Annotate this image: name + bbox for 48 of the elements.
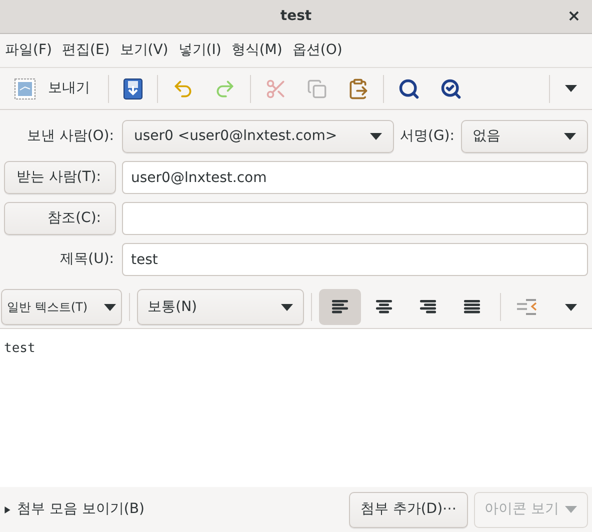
text-mode-dropdown[interactable]: 일반 텍스트(T): [1, 289, 122, 325]
redo-icon: [214, 78, 236, 100]
indent-icon: [517, 299, 540, 315]
caret-icon: [565, 85, 577, 92]
search-icon: [398, 78, 420, 100]
menu-item[interactable]: 편집(E): [56, 34, 115, 67]
align-right-icon: [419, 300, 438, 314]
caret-icon: [564, 133, 576, 140]
attachment-bar-toggle[interactable]: 첨부 모음 보이기(B): [4, 499, 344, 520]
from-dropdown[interactable]: user0 <user0@lnxtest.com>: [122, 120, 394, 153]
menu-item[interactable]: 넣기(I): [173, 34, 226, 67]
cut-icon: [265, 78, 287, 100]
cc-field[interactable]: [122, 202, 588, 235]
signature-label: 서명(G):: [400, 127, 454, 146]
menu-item[interactable]: 파일(F): [0, 34, 57, 67]
from-label: 보낸 사람(O):: [26, 127, 115, 146]
subject-label: 제목(U):: [59, 250, 115, 269]
window-title: test: [280, 7, 312, 26]
align-left-icon: [330, 300, 349, 314]
close-button[interactable]: ×: [564, 6, 584, 26]
collapsed-arrow-icon: [4, 504, 11, 514]
add-attachment-button[interactable]: 첨부 추가(D)⋯: [349, 492, 468, 528]
cc-button[interactable]: 참조(C):: [4, 202, 116, 235]
undo-icon: [172, 78, 194, 100]
menu-item[interactable]: 옵션(O): [287, 34, 348, 67]
caret-icon: [565, 506, 577, 513]
to-field[interactable]: user0@lnxtest.com: [122, 161, 588, 194]
signature-dropdown[interactable]: 없음: [460, 120, 588, 153]
menu-item[interactable]: 형식(M): [226, 34, 288, 67]
stamp-icon: [14, 78, 36, 100]
align-center-icon: [375, 300, 394, 314]
paste-icon: [347, 78, 369, 100]
menu-item[interactable]: 보기(V): [114, 34, 174, 67]
to-button[interactable]: 받는 사람(T):: [4, 161, 116, 194]
paragraph-style-dropdown[interactable]: 보통(N): [136, 289, 304, 325]
save-icon: [123, 78, 143, 100]
align-button[interactable]: [319, 289, 360, 325]
caret-icon: [565, 304, 578, 310]
spellcheck-icon: [440, 78, 462, 100]
message-body[interactable]: test: [0, 329, 592, 487]
subject-field[interactable]: test: [122, 243, 588, 276]
send-button[interactable]: 보내기: [4, 72, 104, 106]
caret-icon: [281, 304, 294, 310]
body-text: test: [4, 340, 36, 358]
caret-icon: [104, 304, 116, 310]
copy-icon: [307, 78, 327, 98]
align-justify-icon: [463, 300, 482, 314]
caret-icon: [370, 133, 382, 140]
